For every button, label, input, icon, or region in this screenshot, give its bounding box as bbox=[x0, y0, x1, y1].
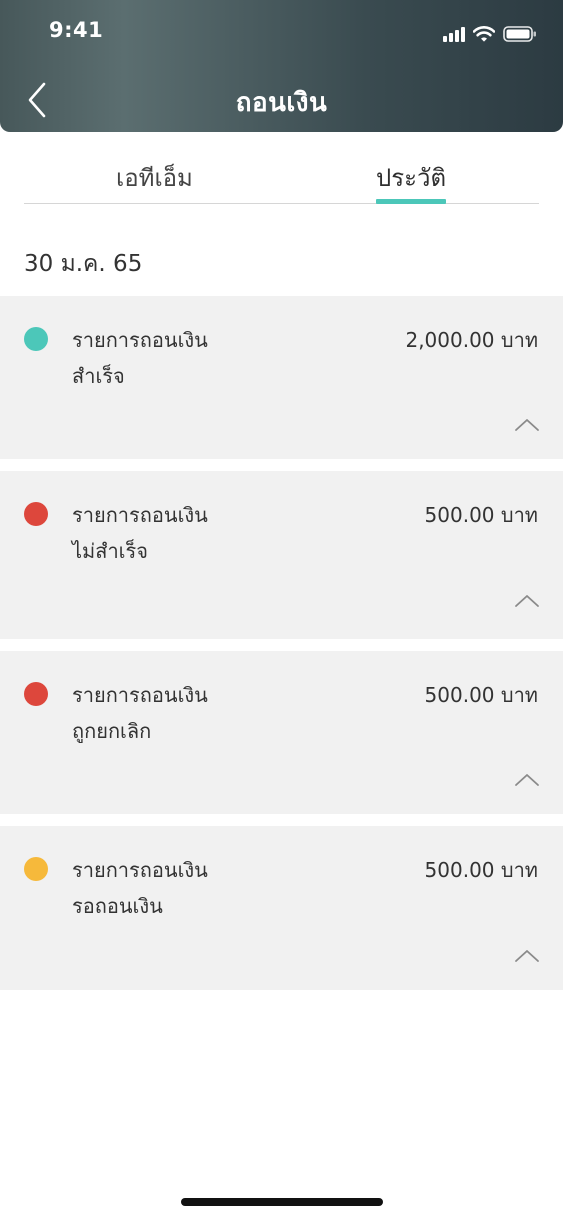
transaction-title: รายการถอนเงิน bbox=[72, 503, 208, 527]
cellular-signal-icon bbox=[443, 26, 465, 42]
status-icons bbox=[443, 24, 537, 44]
status-time: 9:41 bbox=[49, 18, 104, 42]
status-dot bbox=[24, 327, 48, 351]
tab-bar: เอทีเอ็ม ประวัติ bbox=[24, 150, 539, 204]
transaction-status: ถูกยกเลิก bbox=[72, 719, 152, 743]
transaction-status: ไม่สำเร็จ bbox=[72, 539, 148, 563]
transaction-card[interactable]: รายการถอนเงิน ถูกยกเลิก 500.00 บาท bbox=[0, 651, 563, 814]
transaction-amount: 500.00 บาท bbox=[424, 858, 538, 882]
transaction-title: รายการถอนเงิน bbox=[72, 683, 208, 707]
home-indicator bbox=[181, 1198, 383, 1206]
battery-icon bbox=[503, 26, 536, 42]
chevron-up-icon bbox=[515, 774, 539, 786]
transaction-amount: 2,000.00 บาท bbox=[405, 328, 538, 352]
active-tab-indicator bbox=[376, 199, 446, 204]
transaction-card[interactable]: รายการถอนเงิน ไม่สำเร็จ 500.00 บาท bbox=[0, 471, 563, 639]
collapse-button[interactable] bbox=[514, 593, 540, 609]
app-header: 9:41 ถอนเงิน bbox=[0, 0, 563, 132]
transaction-status: สำเร็จ bbox=[72, 364, 125, 388]
collapse-button[interactable] bbox=[514, 772, 540, 788]
wifi-icon bbox=[473, 26, 495, 42]
status-dot bbox=[24, 682, 48, 706]
transaction-title: รายการถอนเงิน bbox=[72, 858, 208, 882]
status-dot bbox=[24, 502, 48, 526]
transaction-title: รายการถอนเงิน bbox=[72, 328, 208, 352]
history-date: 30 ม.ค. 65 bbox=[24, 251, 143, 277]
transaction-status: รอถอนเงิน bbox=[72, 894, 163, 918]
chevron-up-icon bbox=[515, 595, 539, 607]
tab-atm[interactable]: เอทีเอ็ม bbox=[116, 158, 193, 197]
transaction-amount: 500.00 บาท bbox=[424, 683, 538, 707]
transaction-amount: 500.00 บาท bbox=[424, 503, 538, 527]
transaction-card[interactable]: รายการถอนเงิน สำเร็จ 2,000.00 บาท bbox=[0, 296, 563, 459]
transaction-card[interactable]: รายการถอนเงิน รอถอนเงิน 500.00 บาท bbox=[0, 826, 563, 990]
tab-history[interactable]: ประวัติ bbox=[376, 158, 446, 197]
collapse-button[interactable] bbox=[514, 948, 540, 964]
status-dot bbox=[24, 857, 48, 881]
collapse-button[interactable] bbox=[514, 417, 540, 433]
page-title: ถอนเงิน bbox=[235, 88, 328, 118]
chevron-up-icon bbox=[515, 950, 539, 962]
chevron-up-icon bbox=[515, 419, 539, 431]
